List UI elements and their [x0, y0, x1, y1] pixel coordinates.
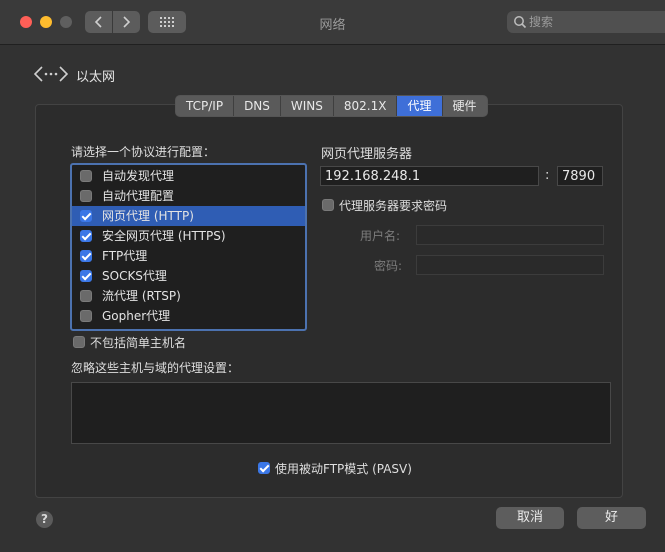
help-button[interactable]: ?	[36, 511, 53, 528]
protocol-label: FTP代理	[102, 249, 148, 263]
password-field[interactable]	[416, 255, 604, 275]
protocol-checkbox[interactable]	[80, 170, 92, 182]
username-field[interactable]	[416, 225, 604, 245]
passive-ftp-checkbox[interactable]	[258, 462, 270, 474]
protocol-list[interactable]: 自动发现代理 自动代理配置 网页代理 (HTTP) 安全网页代理 (HTTPS)…	[70, 163, 307, 331]
protocol-row-rtsp[interactable]: 流代理 (RTSP)	[72, 286, 305, 306]
tab-wins[interactable]: WINS	[281, 96, 334, 116]
server-address-input[interactable]	[321, 167, 538, 185]
title-bar: 网络	[0, 0, 665, 45]
password-input[interactable]	[417, 256, 603, 274]
ethernet-icon	[34, 66, 68, 82]
tab-dns[interactable]: DNS	[234, 96, 281, 116]
tab-tcpip[interactable]: TCP/IP	[176, 96, 235, 116]
search-input[interactable]	[529, 13, 665, 31]
server-port-input[interactable]	[558, 167, 602, 185]
protocol-label: 自动代理配置	[102, 189, 175, 203]
protocol-label: SOCKS代理	[102, 269, 167, 283]
bypass-label: 忽略这些主机与域的代理设置：	[71, 361, 240, 375]
protocol-row-ftp[interactable]: FTP代理	[72, 246, 305, 266]
bypass-hosts-field[interactable]	[71, 382, 611, 444]
protocol-label: Gopher代理	[102, 309, 171, 323]
protocol-checkbox[interactable]	[80, 210, 92, 222]
protocol-prompt: 请选择一个协议进行配置：	[71, 145, 216, 159]
protocol-label: 安全网页代理 (HTTPS)	[102, 229, 226, 243]
protocol-checkbox[interactable]	[80, 190, 92, 202]
server-heading: 网页代理服务器	[321, 147, 413, 162]
port-separator: :	[545, 168, 550, 183]
protocol-label: 自动发现代理	[102, 169, 175, 183]
tab-hardware[interactable]: 硬件	[443, 96, 487, 116]
cancel-button[interactable]: 取消	[496, 507, 564, 529]
exclude-simple-hostnames-checkbox[interactable]	[73, 336, 85, 348]
username-input[interactable]	[417, 226, 603, 244]
protocol-row-gopher[interactable]: Gopher代理	[72, 306, 305, 326]
exclude-simple-hostnames-label: 不包括简单主机名	[90, 336, 187, 350]
protocol-checkbox[interactable]	[80, 230, 92, 242]
passive-ftp-label: 使用被动FTP模式 (PASV)	[275, 462, 412, 476]
protocol-checkbox[interactable]	[80, 250, 92, 262]
protocol-row-auto-config[interactable]: 自动代理配置	[72, 186, 305, 206]
protocol-row-http[interactable]: 网页代理 (HTTP)	[72, 206, 305, 226]
protocol-checkbox[interactable]	[80, 310, 92, 322]
settings-tabs: TCP/IP DNS WINS 802.1X 代理 硬件	[175, 95, 488, 117]
protocol-row-https[interactable]: 安全网页代理 (HTTPS)	[72, 226, 305, 246]
requires-password-checkbox[interactable]	[322, 199, 334, 211]
protocol-row-auto-discovery[interactable]: 自动发现代理	[72, 166, 305, 186]
server-address-field[interactable]	[320, 166, 539, 186]
username-label: 用户名:	[360, 229, 401, 243]
protocol-checkbox[interactable]	[80, 290, 92, 302]
protocol-label: 网页代理 (HTTP)	[102, 209, 194, 223]
password-label: 密码:	[374, 259, 403, 273]
network-preferences-window: 网络 以太网 TCP/IP DNS WINS 802.1X 代理 硬件 请选择一…	[0, 0, 665, 552]
protocol-checkbox[interactable]	[80, 270, 92, 282]
interface-name: 以太网	[76, 70, 116, 85]
tab-proxies[interactable]: 代理	[397, 96, 443, 116]
protocol-label: 流代理 (RTSP)	[102, 289, 181, 303]
tab-8021x[interactable]: 802.1X	[334, 96, 398, 116]
requires-password-label: 代理服务器要求密码	[339, 199, 448, 213]
search-field[interactable]	[507, 11, 665, 33]
bypass-hosts-input[interactable]	[72, 383, 610, 443]
search-icon	[514, 16, 527, 29]
ok-button[interactable]: 好	[577, 507, 646, 529]
server-port-field[interactable]	[557, 166, 603, 186]
protocol-row-socks[interactable]: SOCKS代理	[72, 266, 305, 286]
